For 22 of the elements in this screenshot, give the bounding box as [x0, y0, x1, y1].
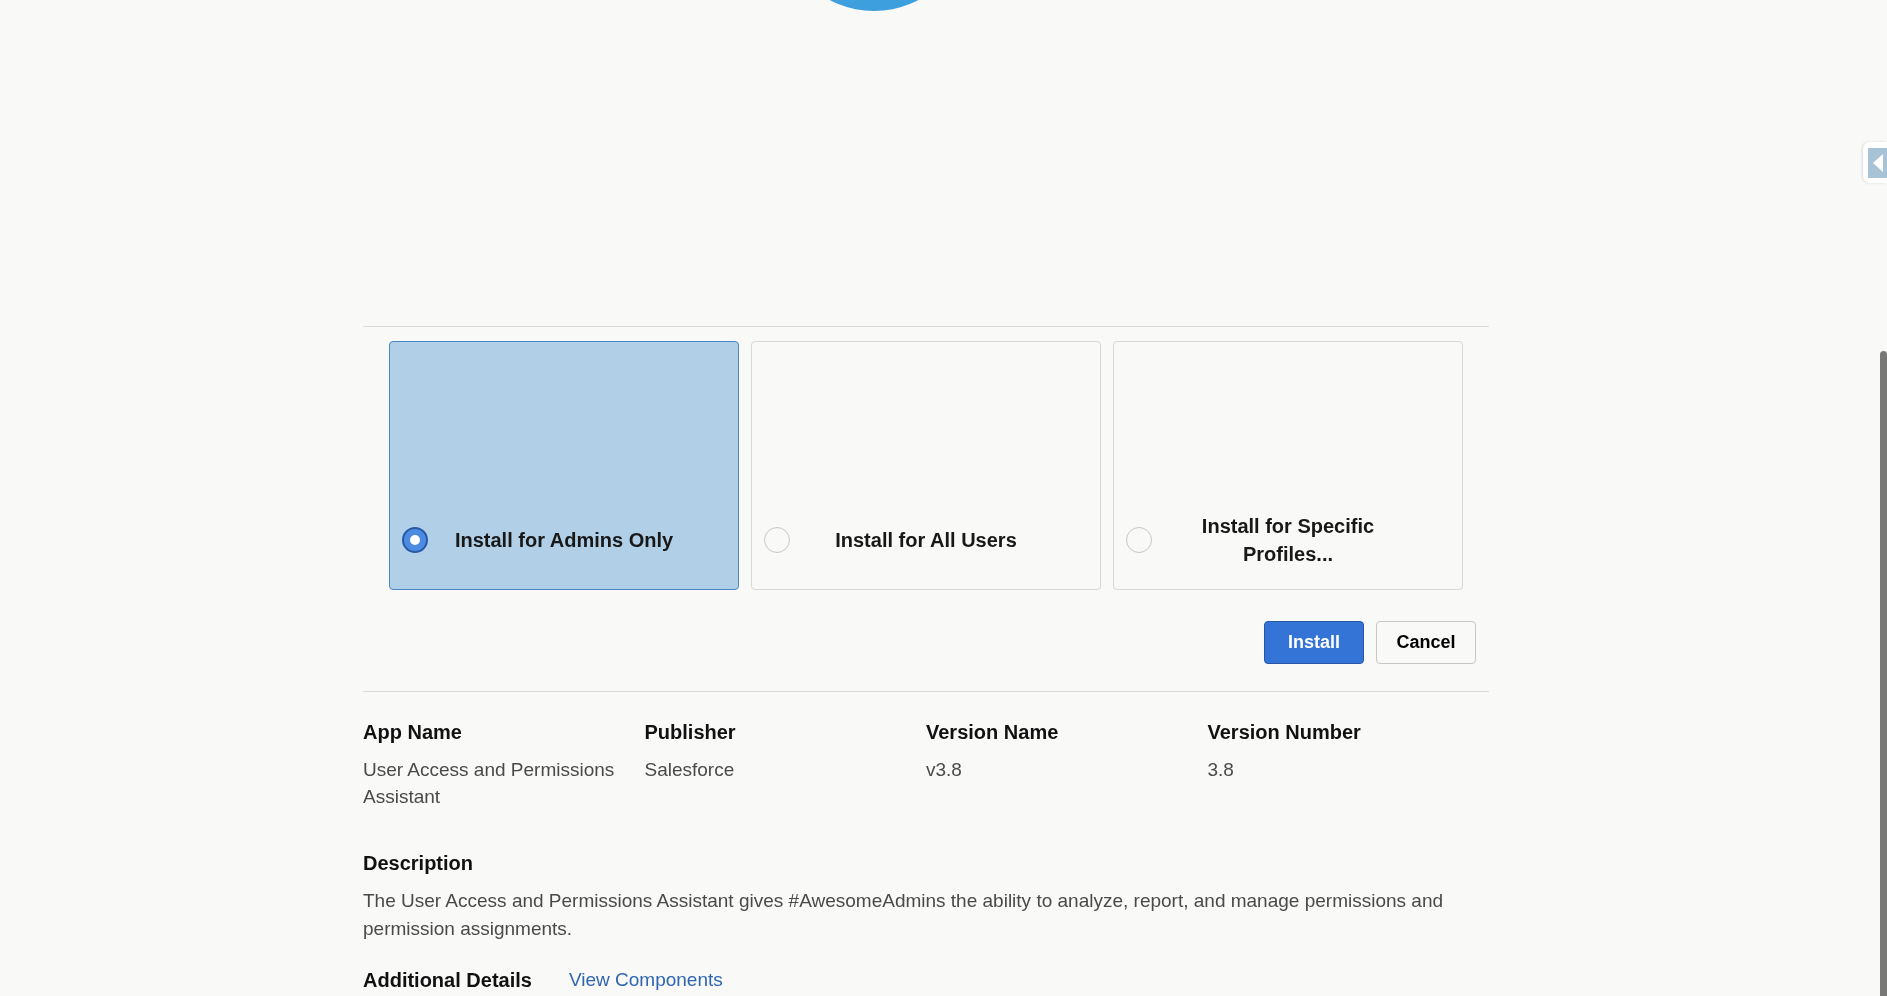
detail-value: User Access and Permissions Assistant	[363, 758, 616, 809]
detail-value: v3.8	[926, 758, 962, 782]
triangle-left-icon	[1868, 148, 1887, 178]
description-text: The User Access and Permissions Assistant gives #AwesomeAdmins the ability to analyze, report, and manage permissions and permission assignments.	[363, 889, 1444, 941]
cancel-button[interactable]: Cancel	[1376, 621, 1476, 664]
section-heading: Description	[363, 851, 474, 876]
option-label: Install for Admins Only	[453, 528, 675, 553]
view-components-link[interactable]: View Components	[568, 967, 723, 993]
detail-value: Salesforce	[644, 758, 735, 782]
scrollbar-thumb[interactable]	[1880, 351, 1887, 996]
install-button[interactable]: Install	[1264, 621, 1364, 664]
detail-label: Version Number	[1207, 720, 1361, 745]
detail-label: Publisher	[644, 720, 736, 745]
option-label: Install for All Users	[834, 528, 1018, 553]
detail-label: App Name	[363, 720, 462, 745]
radio-button[interactable]	[402, 527, 428, 553]
detail-value: 3.8	[1207, 758, 1234, 782]
section-heading: Additional Details	[363, 968, 532, 993]
detail-label: Version Name	[926, 720, 1059, 745]
logo-icon	[829, 0, 919, 11]
side-panel-toggle[interactable]	[1863, 142, 1887, 183]
option-label: Install for Specific Profiles...	[1200, 514, 1376, 567]
